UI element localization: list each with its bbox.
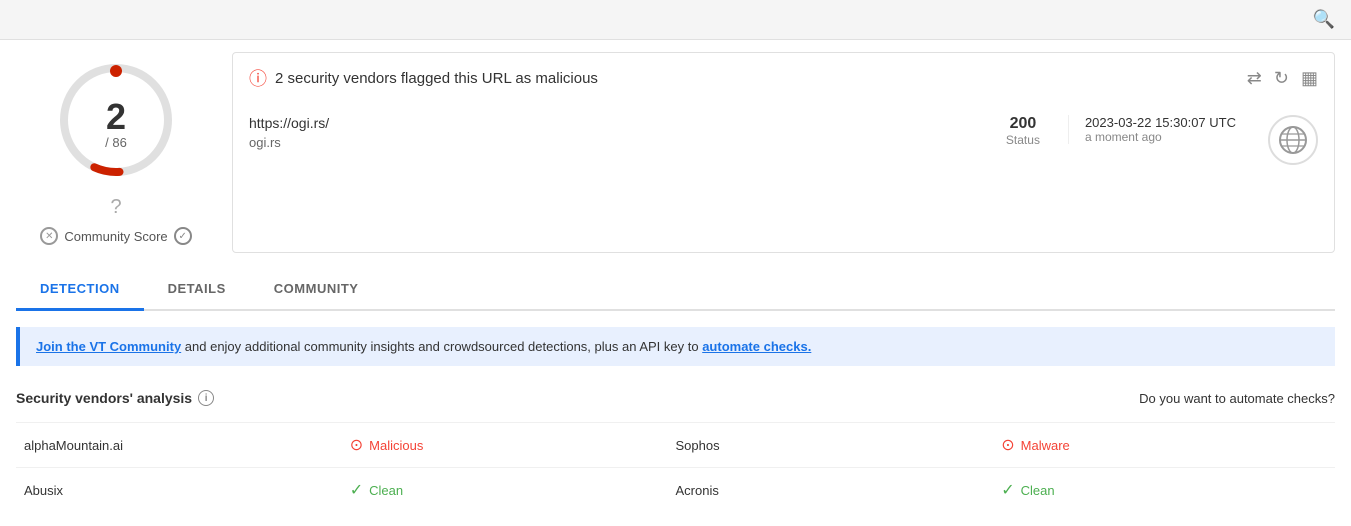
join-vt-community-link[interactable]: Join the VT Community bbox=[36, 339, 181, 354]
tab-detection[interactable]: DETECTION bbox=[16, 269, 144, 311]
community-score-label: Community Score bbox=[64, 229, 167, 244]
vendor-status-label-4: Clean bbox=[1021, 483, 1055, 498]
vendor-name-4: Acronis bbox=[676, 483, 1002, 498]
clean-icon-1: ✓ bbox=[350, 480, 363, 500]
top-bar: 🔍 bbox=[0, 0, 1351, 40]
scan-date: 2023-03-22 15:30:07 UTC bbox=[1085, 115, 1236, 130]
alert-text: 2 security vendors flagged this URL as m… bbox=[275, 70, 598, 87]
automate-checks-text: Do you want to automate checks? bbox=[1139, 391, 1335, 406]
search-icon[interactable]: 🔍 bbox=[1313, 9, 1335, 30]
share-icon[interactable]: ⇄ bbox=[1247, 68, 1262, 89]
time-block: 2023-03-22 15:30:07 UTC a moment ago bbox=[1068, 115, 1252, 144]
security-header: Security vendors' analysis i Do you want… bbox=[16, 382, 1335, 414]
banner-middle-text: and enjoy additional community insights … bbox=[181, 339, 702, 354]
vendor-name-2: Sophos bbox=[676, 438, 1002, 453]
security-title: Security vendors' analysis i bbox=[16, 390, 214, 406]
vendor-row-2: Abusix ✓ Clean Acronis ✓ Clean bbox=[16, 467, 1335, 512]
vendor-status-2: ⊙ Malware bbox=[1001, 435, 1327, 455]
score-denominator: / 86 bbox=[105, 135, 127, 150]
vendor-status-label-3: Clean bbox=[369, 483, 403, 498]
score-panel: 2 / 86 ? ✕ Community Score ✓ bbox=[16, 52, 216, 253]
alert-header: ⓘ 2 security vendors flagged this URL as… bbox=[249, 65, 1318, 99]
security-title-text: Security vendors' analysis bbox=[16, 390, 192, 406]
score-circle-wrapper: 2 / 86 bbox=[56, 60, 176, 180]
score-question-mark: ? bbox=[110, 196, 121, 219]
vendor-status-4: ✓ Clean bbox=[1001, 480, 1327, 500]
panel-actions: ⇄ ↻ ▦ bbox=[1247, 68, 1318, 89]
vendor-row-1: alphaMountain.ai ⊙ Malicious Sophos ⊙ Ma… bbox=[16, 422, 1335, 467]
globe-icon bbox=[1277, 124, 1309, 156]
top-section: 2 / 86 ? ✕ Community Score ✓ ⓘ 2 securit… bbox=[16, 52, 1335, 253]
vendor-name-1: alphaMountain.ai bbox=[24, 438, 350, 453]
community-score-x-icon: ✕ bbox=[40, 227, 58, 245]
domain-text: ogi.rs bbox=[249, 135, 978, 150]
info-icon[interactable]: i bbox=[198, 390, 214, 406]
vendor-status-label-1: Malicious bbox=[369, 438, 423, 453]
tabs-bar: DETECTION DETAILS COMMUNITY bbox=[16, 269, 1335, 311]
community-banner: Join the VT Community and enjoy addition… bbox=[16, 327, 1335, 366]
community-score-bar: ✕ Community Score ✓ bbox=[40, 227, 191, 245]
status-label: Status bbox=[1006, 133, 1040, 147]
vendor-name-3: Abusix bbox=[24, 483, 350, 498]
status-code: 200 bbox=[1006, 115, 1040, 133]
main-container: 2 / 86 ? ✕ Community Score ✓ ⓘ 2 securit… bbox=[0, 40, 1351, 512]
community-score-check-icon: ✓ bbox=[174, 227, 192, 245]
url-text: https://ogi.rs/ bbox=[249, 115, 978, 131]
url-row: https://ogi.rs/ ogi.rs 200 Status 2023-0… bbox=[249, 115, 1318, 165]
time-ago: a moment ago bbox=[1085, 130, 1236, 144]
status-block: 200 Status bbox=[986, 115, 1060, 147]
refresh-icon[interactable]: ↻ bbox=[1274, 68, 1289, 89]
tab-community[interactable]: COMMUNITY bbox=[250, 269, 383, 311]
qr-icon[interactable]: ▦ bbox=[1301, 68, 1318, 89]
score-number: 2 bbox=[106, 99, 126, 135]
automate-checks-link[interactable]: automate checks. bbox=[702, 339, 811, 354]
tab-details[interactable]: DETAILS bbox=[144, 269, 250, 311]
globe-icon-wrapper bbox=[1268, 115, 1318, 165]
vendor-status-label-2: Malware bbox=[1021, 438, 1070, 453]
info-panel: ⓘ 2 security vendors flagged this URL as… bbox=[232, 52, 1335, 253]
alert-icon: ⓘ bbox=[249, 65, 267, 91]
url-info: https://ogi.rs/ ogi.rs bbox=[249, 115, 978, 150]
vendor-status-3: ✓ Clean bbox=[350, 480, 676, 500]
malicious-icon-2: ⊙ bbox=[1001, 435, 1014, 455]
malicious-icon-1: ⊙ bbox=[350, 435, 363, 455]
clean-icon-2: ✓ bbox=[1001, 480, 1014, 500]
vendor-status-1: ⊙ Malicious bbox=[350, 435, 676, 455]
